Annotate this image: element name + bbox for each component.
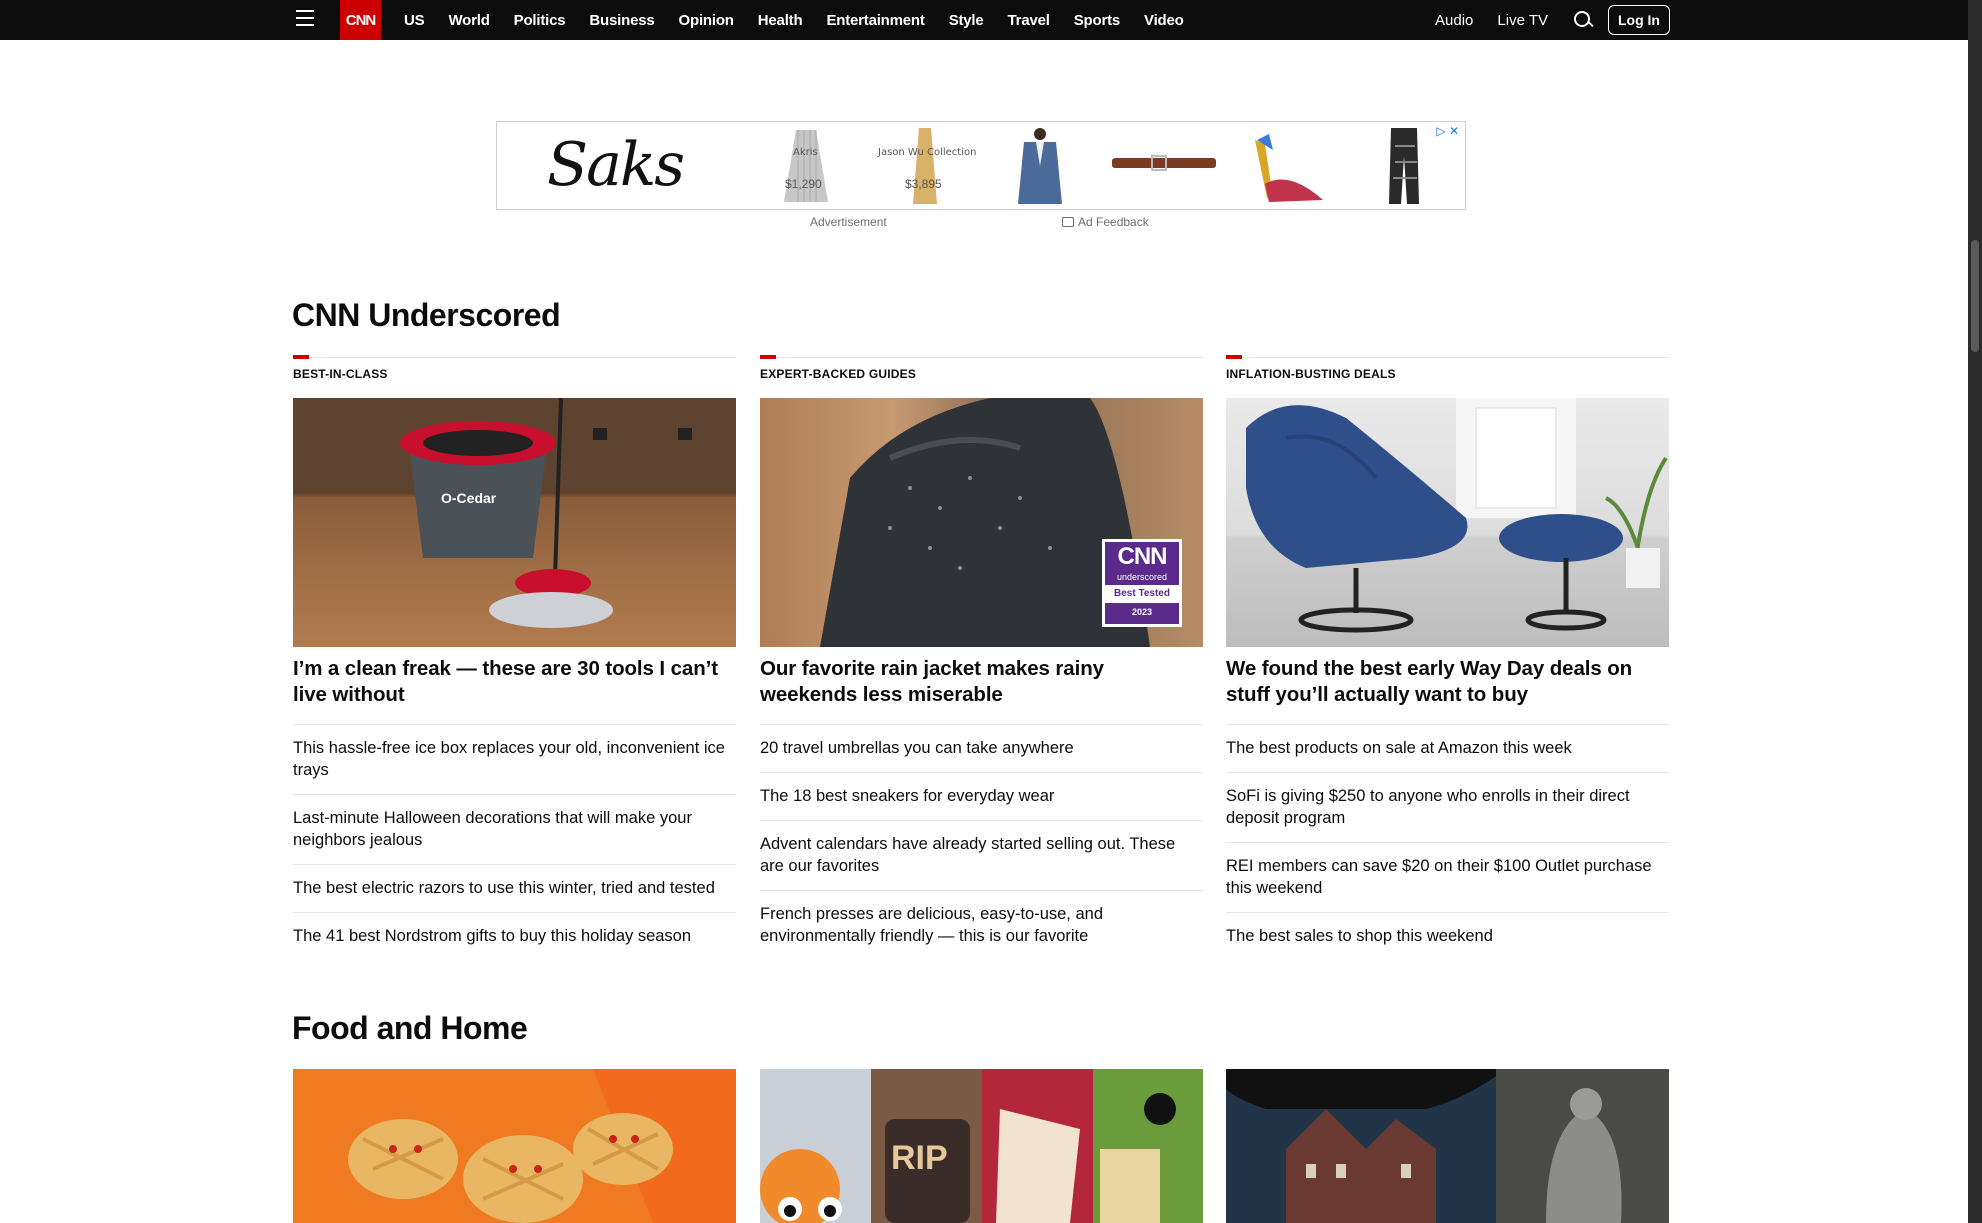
page: CNN US World Politics Business Opinion H… xyxy=(0,0,1968,1223)
ad-banner[interactable]: Saks Akris $1,290 Jason Wu Collection $3… xyxy=(496,121,1466,210)
nav-right: Audio Live TV Log In xyxy=(1423,0,1670,40)
column-kicker[interactable]: BEST-IN-CLASS xyxy=(293,367,736,381)
ad-product-blazer xyxy=(1018,128,1062,204)
underscored-column: EXPERT-BACKED GUIDES CNN underscored Bes… xyxy=(760,355,1203,960)
article-link[interactable]: Last-minute Halloween decorations that w… xyxy=(293,794,736,864)
nav-link-video[interactable]: Video xyxy=(1132,12,1196,29)
ad-product-price: $1,290 xyxy=(785,177,822,191)
nav-link-style[interactable]: Style xyxy=(937,12,996,29)
nav-menu: US World Politics Business Opinion Healt… xyxy=(392,0,1196,40)
ad-product-pants xyxy=(1389,128,1419,204)
rip-text: RIP xyxy=(891,1139,948,1177)
nav-link-politics[interactable]: Politics xyxy=(502,12,578,29)
article-link[interactable]: This hassle-free ice box replaces your o… xyxy=(293,724,736,794)
nav-link-audio[interactable]: Audio xyxy=(1423,12,1485,29)
ad-label: Advertisement xyxy=(810,215,887,229)
search-icon[interactable] xyxy=(1572,9,1594,31)
article-image[interactable] xyxy=(1226,398,1669,647)
mop-bucket-illustration: O-Cedar xyxy=(293,398,736,628)
article-image[interactable] xyxy=(293,1069,736,1223)
ad-feedback-label: Ad Feedback xyxy=(1078,215,1149,229)
nav-link-entertainment[interactable]: Entertainment xyxy=(814,12,936,29)
ad-brand-logo: Saks xyxy=(547,130,685,200)
article-links: This hassle-free ice box replaces your o… xyxy=(293,724,736,960)
bucket-label: O-Cedar xyxy=(441,490,497,506)
cnn-logo[interactable]: CNN xyxy=(340,0,381,40)
article-link[interactable]: Advent calendars have already started se… xyxy=(760,820,1203,890)
feedback-icon xyxy=(1062,217,1074,227)
best-tested-badge: CNN underscored Best Tested 2023 xyxy=(1102,539,1182,627)
column-rule xyxy=(1226,355,1669,359)
ad-product-price: $3,895 xyxy=(905,177,942,191)
article-headline[interactable]: Our favorite rain jacket makes rainy wee… xyxy=(760,656,1203,708)
underscored-column: INFLATION-BUSTING DEALS We found the bes… xyxy=(1226,355,1669,960)
nav-link-live-tv[interactable]: Live TV xyxy=(1485,12,1560,29)
ad-product-heel xyxy=(1255,134,1323,202)
nav-link-travel[interactable]: Travel xyxy=(996,12,1062,29)
article-headline[interactable]: We found the best early Way Day deals on… xyxy=(1226,656,1669,708)
article-link[interactable]: French presses are delicious, easy-to-us… xyxy=(760,890,1203,960)
top-nav: CNN US World Politics Business Opinion H… xyxy=(0,0,1968,40)
article-image[interactable]: RIP xyxy=(760,1069,1203,1223)
scrollbar-thumb[interactable] xyxy=(1971,240,1979,352)
nav-link-us[interactable]: US xyxy=(392,12,436,29)
article-links: 20 travel umbrellas you can take anywher… xyxy=(760,724,1203,960)
ad-product-belt xyxy=(1112,155,1216,171)
article-image[interactable] xyxy=(1226,1069,1669,1223)
halloween-snacks-illustration: RIP xyxy=(760,1069,1203,1223)
nav-link-business[interactable]: Business xyxy=(577,12,666,29)
mummy-pastries-illustration xyxy=(348,1069,736,1223)
login-button[interactable]: Log In xyxy=(1608,5,1670,35)
column-rule xyxy=(293,355,736,359)
badge-tag: Best Tested xyxy=(1105,585,1179,603)
article-link[interactable]: SoFi is giving $250 to anyone who enroll… xyxy=(1226,772,1669,842)
page-scrollbar[interactable] xyxy=(1968,0,1982,1223)
underscored-column: BEST-IN-CLASS O-Cedar I’m a clean freak … xyxy=(293,355,736,960)
gothic-house-illustration xyxy=(1226,1069,1669,1223)
ad-feedback-link[interactable]: Ad Feedback xyxy=(1062,215,1149,229)
article-link[interactable]: 20 travel umbrellas you can take anywher… xyxy=(760,724,1203,772)
article-link[interactable]: The best electric razors to use this win… xyxy=(293,864,736,912)
nav-link-sports[interactable]: Sports xyxy=(1062,12,1132,29)
ad-product-name: Akris xyxy=(793,147,818,158)
article-link[interactable]: The best sales to shop this weekend xyxy=(1226,912,1669,960)
section-title-food-and-home[interactable]: Food and Home xyxy=(292,1010,528,1047)
badge-logo: CNN xyxy=(1117,543,1168,570)
badge-sub: underscored xyxy=(1116,572,1168,582)
nav-link-opinion[interactable]: Opinion xyxy=(667,12,746,29)
section-title-underscored[interactable]: CNN Underscored xyxy=(292,297,561,334)
chair-illustration xyxy=(1246,398,1668,633)
article-link[interactable]: REI members can save $20 on their $100 O… xyxy=(1226,842,1669,912)
nav-link-health[interactable]: Health xyxy=(746,12,815,29)
menu-icon[interactable] xyxy=(296,10,314,26)
ad-product-skirt xyxy=(784,130,828,202)
article-links: The best products on sale at Amazon this… xyxy=(1226,724,1669,960)
article-link[interactable]: The 41 best Nordstrom gifts to buy this … xyxy=(293,912,736,960)
column-kicker[interactable]: INFLATION-BUSTING DEALS xyxy=(1226,367,1669,381)
article-link[interactable]: The 18 best sneakers for everyday wear xyxy=(760,772,1203,820)
article-headline[interactable]: I’m a clean freak — these are 30 tools I… xyxy=(293,656,736,708)
nav-link-world[interactable]: World xyxy=(436,12,501,29)
ad-product-name: Jason Wu Collection xyxy=(878,147,977,158)
article-image[interactable]: CNN underscored Best Tested 2023 xyxy=(760,398,1203,647)
column-rule xyxy=(760,355,1203,359)
ad-product-dress xyxy=(913,128,937,204)
article-image[interactable]: O-Cedar xyxy=(293,398,736,647)
column-kicker[interactable]: EXPERT-BACKED GUIDES xyxy=(760,367,1203,381)
badge-year: 2023 xyxy=(1131,607,1153,617)
article-link[interactable]: The best products on sale at Amazon this… xyxy=(1226,724,1669,772)
ad-choices-icon[interactable]: ▷ ✕ xyxy=(1436,124,1459,138)
